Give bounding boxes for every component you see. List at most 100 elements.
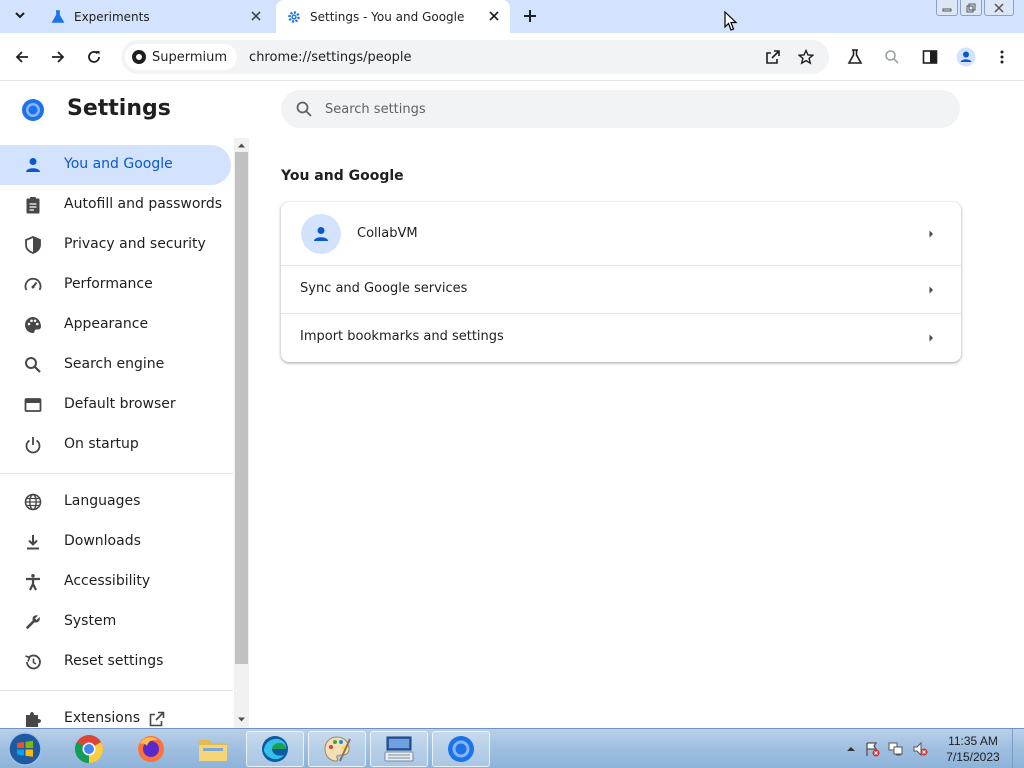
clock-time: 11:35 AM — [948, 734, 998, 748]
taskbar-file-explorer[interactable] — [184, 731, 242, 767]
sidebar-item-label: Performance — [64, 276, 153, 292]
show-desktop-button[interactable] — [1012, 729, 1024, 768]
chevron-right-icon — [929, 286, 933, 294]
sidebar-item-autofill[interactable]: Autofill and passwords — [0, 185, 231, 225]
account-row[interactable]: CollabVM — [281, 202, 961, 266]
network-icon[interactable] — [888, 741, 904, 757]
page-title: Settings — [67, 96, 171, 121]
you-and-google-card: CollabVM Sync and Google services Import… — [281, 202, 961, 362]
settings-search[interactable] — [281, 90, 960, 128]
tab-experiments[interactable]: Experiments — [40, 0, 272, 33]
reload-button[interactable] — [82, 45, 106, 69]
sidebar-item-label: Privacy and security — [64, 236, 206, 252]
sidebar-item-label: On startup — [64, 436, 139, 452]
volume-muted-icon[interactable] — [912, 741, 928, 757]
sidebar-divider — [0, 690, 233, 691]
close-tab-icon[interactable] — [486, 8, 502, 24]
tray-overflow-chevron-icon[interactable] — [846, 744, 856, 754]
sidebar-item-system[interactable]: System — [0, 602, 231, 642]
search-icon — [885, 50, 899, 64]
search-icon — [25, 357, 41, 373]
puzzle-icon — [26, 712, 41, 727]
close-icon — [994, 2, 1004, 13]
share-icon — [766, 50, 780, 64]
taskbar-keyboard[interactable] — [370, 731, 428, 767]
sidebar-item-downloads[interactable]: Downloads — [0, 522, 231, 562]
scroll-down-arrow-icon[interactable] — [237, 715, 246, 724]
forward-button[interactable] — [46, 45, 70, 69]
scroll-up-arrow-icon[interactable] — [237, 141, 246, 150]
back-button[interactable] — [10, 45, 34, 69]
flask-icon — [50, 9, 66, 25]
arrow-right-icon — [52, 51, 65, 63]
browser-toolbar: Supermium chrome://settings/people — [0, 33, 1024, 81]
url-text[interactable]: chrome://settings/people — [249, 50, 412, 65]
sidebar-item-search-engine[interactable]: Search engine — [0, 345, 231, 385]
sidebar-item-languages[interactable]: Languages — [0, 482, 231, 522]
side-panel-button[interactable] — [918, 45, 942, 69]
sidebar-item-privacy[interactable]: Privacy and security — [0, 225, 231, 265]
new-tab-button[interactable] — [518, 4, 542, 28]
bookmark-star-button[interactable] — [794, 45, 818, 69]
star-icon — [798, 49, 814, 65]
taskbar-clock[interactable]: 11:35 AM 7/15/2023 — [940, 733, 1006, 765]
sidebar-item-performance[interactable]: Performance — [0, 265, 231, 305]
windows-start-icon — [8, 732, 42, 766]
taskbar-paint[interactable] — [308, 731, 366, 767]
minimize-button[interactable] — [936, 0, 958, 16]
browser-window-icon — [24, 398, 42, 412]
site-info-chip[interactable]: Supermium — [125, 44, 238, 70]
tab-search-button[interactable] — [7, 4, 32, 26]
gear-icon — [286, 9, 302, 25]
sidebar-item-reset-settings[interactable]: Reset settings — [0, 642, 231, 682]
edge-icon — [262, 736, 288, 762]
sidebar-item-default-browser[interactable]: Default browser — [0, 385, 231, 425]
sidebar-item-label: Accessibility — [64, 573, 151, 589]
sidebar-item-label: Autofill and passwords — [64, 196, 223, 212]
taskbar-chrome[interactable] — [60, 731, 118, 767]
close-tab-icon[interactable] — [248, 8, 264, 24]
speedometer-icon — [24, 277, 42, 291]
sidebar-item-extensions[interactable]: Extensions — [0, 699, 231, 728]
action-center-flag-icon[interactable] — [864, 741, 880, 757]
taskbar-supermium[interactable] — [432, 731, 490, 767]
side-panel-icon — [922, 50, 938, 64]
experiments-button[interactable] — [843, 45, 867, 69]
close-window-button[interactable] — [984, 0, 1014, 16]
sync-and-google-services-row[interactable]: Sync and Google services — [281, 266, 961, 314]
clock-date: 7/15/2023 — [946, 750, 1000, 764]
wrench-icon — [25, 615, 40, 630]
start-button[interactable] — [4, 730, 46, 768]
minimize-icon — [942, 8, 952, 11]
menu-button[interactable] — [990, 45, 1014, 69]
reset-history-icon — [25, 654, 41, 670]
search-button[interactable] — [880, 45, 904, 69]
address-bar[interactable]: Supermium chrome://settings/people — [121, 40, 829, 74]
taskbar-firefox[interactable] — [122, 731, 180, 767]
reload-icon — [88, 51, 100, 63]
taskbar-edge[interactable] — [246, 731, 304, 767]
supermium-icon — [448, 736, 474, 762]
sidebar-item-label: Extensions — [64, 710, 141, 726]
firefox-icon — [138, 736, 164, 762]
sidebar-scroll-thumb[interactable] — [235, 152, 248, 664]
chevron-right-icon — [929, 334, 933, 342]
settings-sidebar: You and Google Autofill and passwords Pr… — [0, 138, 249, 728]
person-icon — [314, 227, 328, 241]
profile-button[interactable] — [954, 45, 978, 69]
restore-button[interactable] — [960, 0, 982, 16]
tab-settings[interactable]: Settings - You and Google — [276, 0, 510, 33]
paint-icon — [324, 736, 351, 762]
sidebar-item-appearance[interactable]: Appearance — [0, 305, 231, 345]
sidebar-item-label: You and Google — [64, 156, 173, 172]
import-bookmarks-row[interactable]: Import bookmarks and settings — [281, 314, 961, 362]
avatar — [301, 214, 341, 254]
share-button[interactable] — [761, 45, 785, 69]
sidebar-item-on-startup[interactable]: On startup — [0, 425, 231, 465]
row-label: Import bookmarks and settings — [300, 329, 504, 344]
search-input[interactable] — [325, 101, 885, 117]
sidebar-item-you-and-google[interactable]: You and Google — [0, 145, 231, 185]
download-icon — [27, 535, 39, 550]
sidebar-item-label: Languages — [64, 493, 141, 509]
sidebar-item-accessibility[interactable]: Accessibility — [0, 562, 231, 602]
